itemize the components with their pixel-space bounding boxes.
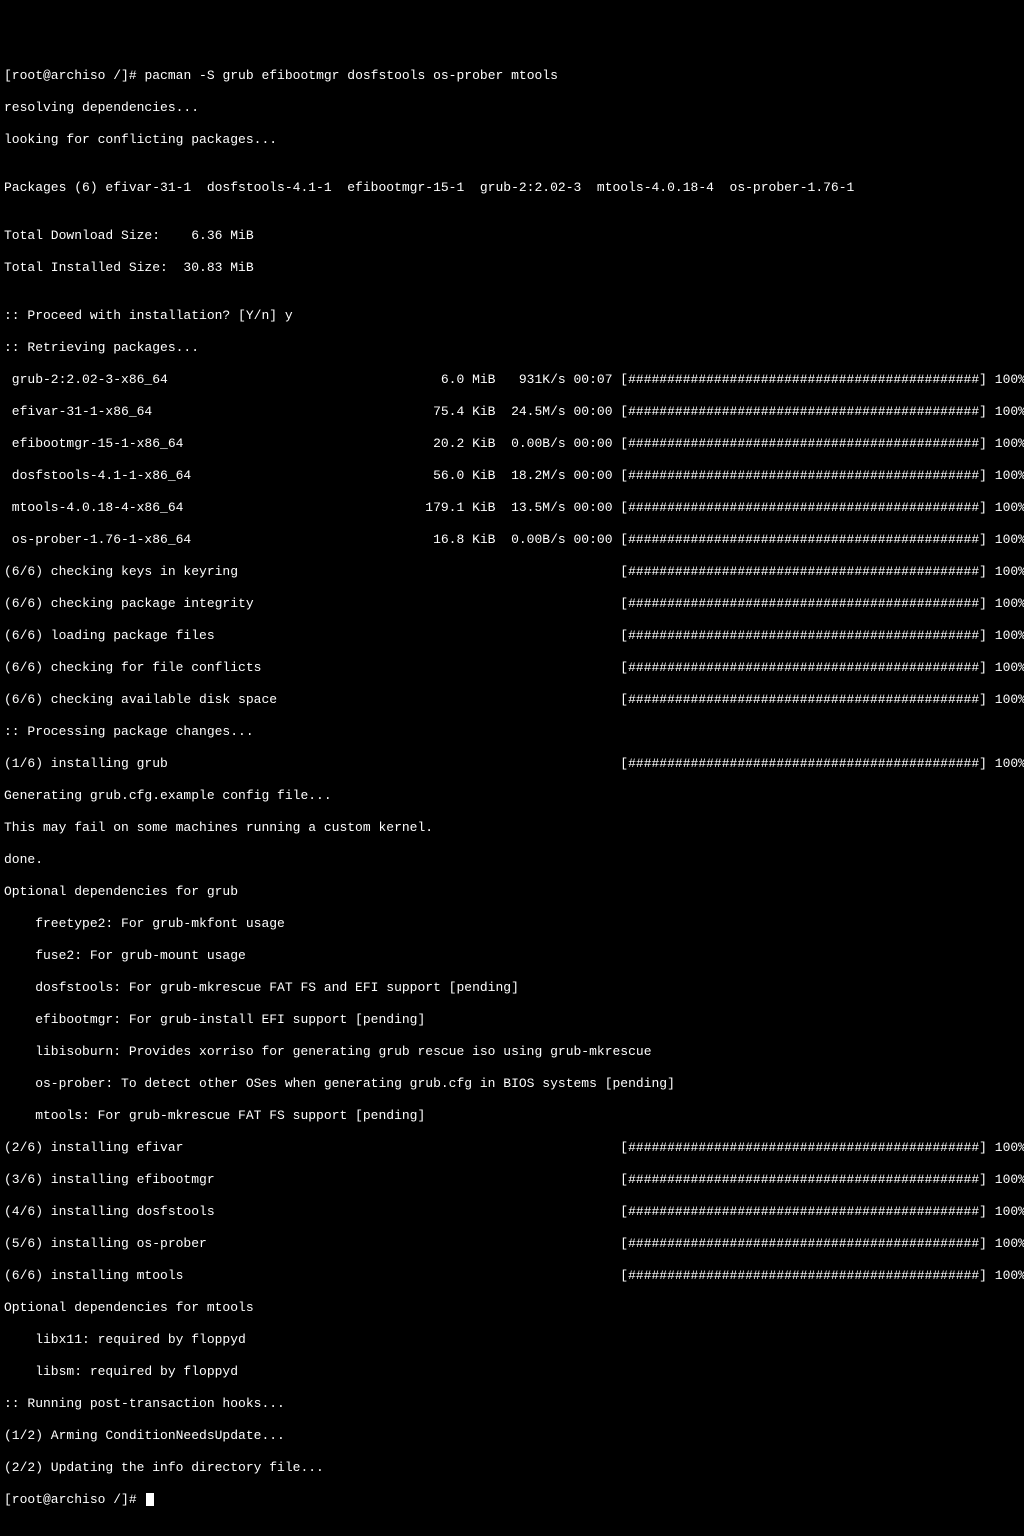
cursor-icon	[146, 1493, 154, 1506]
terminal-line: done.	[4, 852, 1020, 868]
terminal-line: :: Retrieving packages...	[4, 340, 1020, 356]
terminal-line: resolving dependencies...	[4, 100, 1020, 116]
terminal-line: grub-2:2.02-3-x86_64 6.0 MiB 931K/s 00:0…	[4, 372, 1020, 388]
terminal-line: :: Processing package changes...	[4, 724, 1020, 740]
terminal-line: (1/2) Arming ConditionNeedsUpdate...	[4, 1428, 1020, 1444]
terminal-line: mtools-4.0.18-4-x86_64 179.1 KiB 13.5M/s…	[4, 500, 1020, 516]
terminal-line: (2/6) installing efivar [###############…	[4, 1140, 1020, 1156]
terminal-line: mtools: For grub-mkrescue FAT FS support…	[4, 1108, 1020, 1124]
terminal-line: (6/6) loading package files [###########…	[4, 628, 1020, 644]
terminal-line: (4/6) installing dosfstools [###########…	[4, 1204, 1020, 1220]
terminal-line: freetype2: For grub-mkfont usage	[4, 916, 1020, 932]
terminal-line: fuse2: For grub-mount usage	[4, 948, 1020, 964]
terminal-line: (6/6) checking available disk space [###…	[4, 692, 1020, 708]
terminal-line: dosfstools-4.1-1-x86_64 56.0 KiB 18.2M/s…	[4, 468, 1020, 484]
terminal-line: Packages (6) efivar-31-1 dosfstools-4.1-…	[4, 180, 1020, 196]
terminal-line: (5/6) installing os-prober [############…	[4, 1236, 1020, 1252]
terminal-line: libisoburn: Provides xorriso for generat…	[4, 1044, 1020, 1060]
terminal-prompt-line[interactable]: [root@archiso /]#	[4, 1492, 1020, 1508]
terminal-line: Total Download Size: 6.36 MiB	[4, 228, 1020, 244]
terminal-line: (1/6) installing grub [#################…	[4, 756, 1020, 772]
terminal-line: (6/6) installing mtools [###############…	[4, 1268, 1020, 1284]
shell-prompt: [root@archiso /]#	[4, 68, 144, 83]
shell-prompt: [root@archiso /]#	[4, 1492, 144, 1507]
terminal-line: (2/2) Updating the info directory file..…	[4, 1460, 1020, 1476]
terminal-line: (6/6) checking for file conflicts [#####…	[4, 660, 1020, 676]
terminal-line: [root@archiso /]# pacman -S grub efiboot…	[4, 68, 1020, 84]
terminal-line: os-prober-1.76-1-x86_64 16.8 KiB 0.00B/s…	[4, 532, 1020, 548]
terminal-line: :: Proceed with installation? [Y/n] y	[4, 308, 1020, 324]
terminal-line: dosfstools: For grub-mkrescue FAT FS and…	[4, 980, 1020, 996]
terminal-line: libsm: required by floppyd	[4, 1364, 1020, 1380]
terminal-line: Total Installed Size: 30.83 MiB	[4, 260, 1020, 276]
terminal-line: Optional dependencies for mtools	[4, 1300, 1020, 1316]
terminal-line: efivar-31-1-x86_64 75.4 KiB 24.5M/s 00:0…	[4, 404, 1020, 420]
terminal-line: :: Running post-transaction hooks...	[4, 1396, 1020, 1412]
terminal-line: os-prober: To detect other OSes when gen…	[4, 1076, 1020, 1092]
terminal-line: efibootmgr-15-1-x86_64 20.2 KiB 0.00B/s …	[4, 436, 1020, 452]
command-text: pacman -S grub efibootmgr dosfstools os-…	[144, 68, 557, 83]
terminal-line: efibootmgr: For grub-install EFI support…	[4, 1012, 1020, 1028]
terminal-line: (6/6) checking package integrity [######…	[4, 596, 1020, 612]
terminal-line: Generating grub.cfg.example config file.…	[4, 788, 1020, 804]
terminal-line: (3/6) installing efibootmgr [###########…	[4, 1172, 1020, 1188]
terminal-line: (6/6) checking keys in keyring [########…	[4, 564, 1020, 580]
terminal-line: looking for conflicting packages...	[4, 132, 1020, 148]
terminal-line: This may fail on some machines running a…	[4, 820, 1020, 836]
terminal-line: libx11: required by floppyd	[4, 1332, 1020, 1348]
terminal-line: Optional dependencies for grub	[4, 884, 1020, 900]
